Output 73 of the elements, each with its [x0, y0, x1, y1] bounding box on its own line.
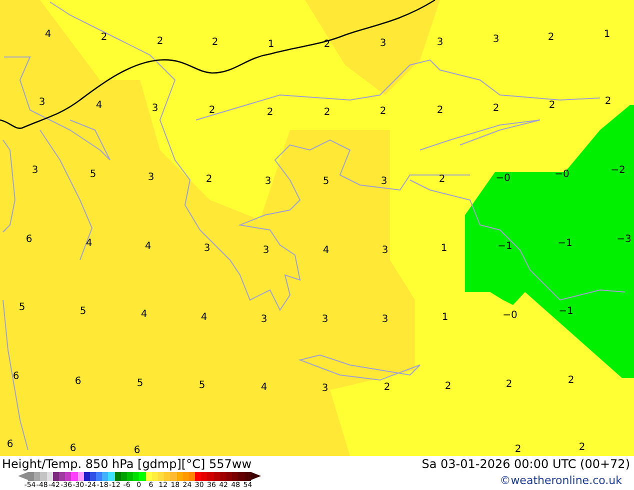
temperature-value: −3 — [616, 235, 632, 245]
temperature-value: 2 — [492, 104, 500, 114]
forecast-timestamp: Sa 03-01-2026 00:00 UTC (00+72) — [422, 456, 630, 472]
temperature-value: 2 — [506, 380, 512, 390]
temperature-value: 1 — [440, 244, 448, 254]
temperature-value: −1 — [498, 242, 512, 252]
temperature-value: 2 — [568, 376, 574, 386]
temperature-value: 3 — [380, 39, 386, 49]
temperature-value: 2 — [548, 33, 554, 43]
temperature-value: 2 — [380, 107, 386, 117]
temperature-value: 2 — [384, 383, 390, 393]
temperature-value: 4 — [260, 383, 268, 393]
temperature-value: −0 — [496, 174, 510, 184]
temperature-value: 2 — [100, 33, 108, 43]
temperature-value: 2 — [604, 97, 612, 107]
temperature-value: 6 — [26, 235, 32, 245]
temperature-value: 5 — [198, 381, 206, 391]
temperature-value: 3 — [382, 246, 388, 256]
temperature-value: 1 — [442, 313, 448, 323]
temperature-value: 3 — [152, 104, 158, 114]
temperature-value: 3 — [262, 246, 270, 256]
temperature-value: 2 — [578, 443, 586, 453]
temperature-value: 3 — [436, 38, 444, 48]
temperature-value: 4 — [140, 310, 148, 320]
temperature-value: 2 — [324, 40, 330, 50]
temperature-value: 5 — [18, 303, 26, 313]
temperature-value: −0 — [554, 170, 570, 180]
temperature-value: 2 — [324, 108, 330, 118]
temperature-value: 2 — [212, 38, 218, 48]
temperature-value: 2 — [436, 106, 444, 116]
temperature-value: 4 — [96, 101, 102, 111]
temperature-value: 3 — [38, 98, 46, 108]
temperature-value: 6 — [70, 444, 76, 454]
legend-arrow-icon — [250, 472, 261, 480]
temperature-value: 5 — [322, 177, 330, 187]
temperature-value: 6 — [74, 377, 82, 387]
temperature-value: 3 — [264, 177, 272, 187]
temperature-value: 2 — [206, 175, 212, 185]
temperature-value: 2 — [208, 106, 216, 116]
temperature-value: 4 — [200, 313, 208, 323]
temperature-value: 1 — [604, 30, 610, 40]
temperature-value: 6 — [12, 372, 20, 382]
temperature-value: 3 — [380, 177, 388, 187]
temperature-value: −0 — [502, 311, 518, 321]
temperature-value: 3 — [32, 166, 38, 176]
map-title: Height/Temp. 850 hPa [gdmp][°C] 557ww — [2, 456, 252, 472]
temperature-value: −1 — [558, 239, 572, 249]
copyright-link[interactable]: ©weatheronline.co.uk — [500, 474, 622, 487]
temperature-value: 4 — [144, 242, 152, 252]
temperature-value: 4 — [86, 239, 92, 249]
temperature-value: 2 — [444, 382, 452, 392]
temperature-value: 4 — [322, 246, 330, 256]
temperature-value: 1 — [268, 40, 274, 50]
temperature-value: 5 — [90, 170, 96, 180]
temperature-value: 2 — [514, 445, 522, 455]
temperature-value: 3 — [148, 173, 154, 183]
temperature-value: 3 — [492, 35, 500, 45]
temperature-value: −2 — [610, 166, 626, 176]
temperature-value: 2 — [438, 175, 446, 185]
temperature-value: 6 — [6, 440, 14, 450]
temperature-value: 5 — [80, 307, 86, 317]
temperature-value: 3 — [322, 384, 328, 394]
temperature-value: 5 — [136, 379, 144, 389]
temperature-value: 3 — [204, 244, 210, 254]
temperature-value: 3 — [260, 315, 268, 325]
temperature-value: 6 — [134, 446, 140, 456]
temperature-value: 4 — [44, 30, 52, 40]
temperature-value: 2 — [156, 37, 164, 47]
temperature-value: 2 — [548, 101, 556, 111]
temperature-value: 3 — [382, 315, 388, 325]
temperature-value: 3 — [322, 315, 328, 325]
temperature-value: 2 — [266, 108, 274, 118]
temperature-value: −1 — [558, 307, 574, 317]
